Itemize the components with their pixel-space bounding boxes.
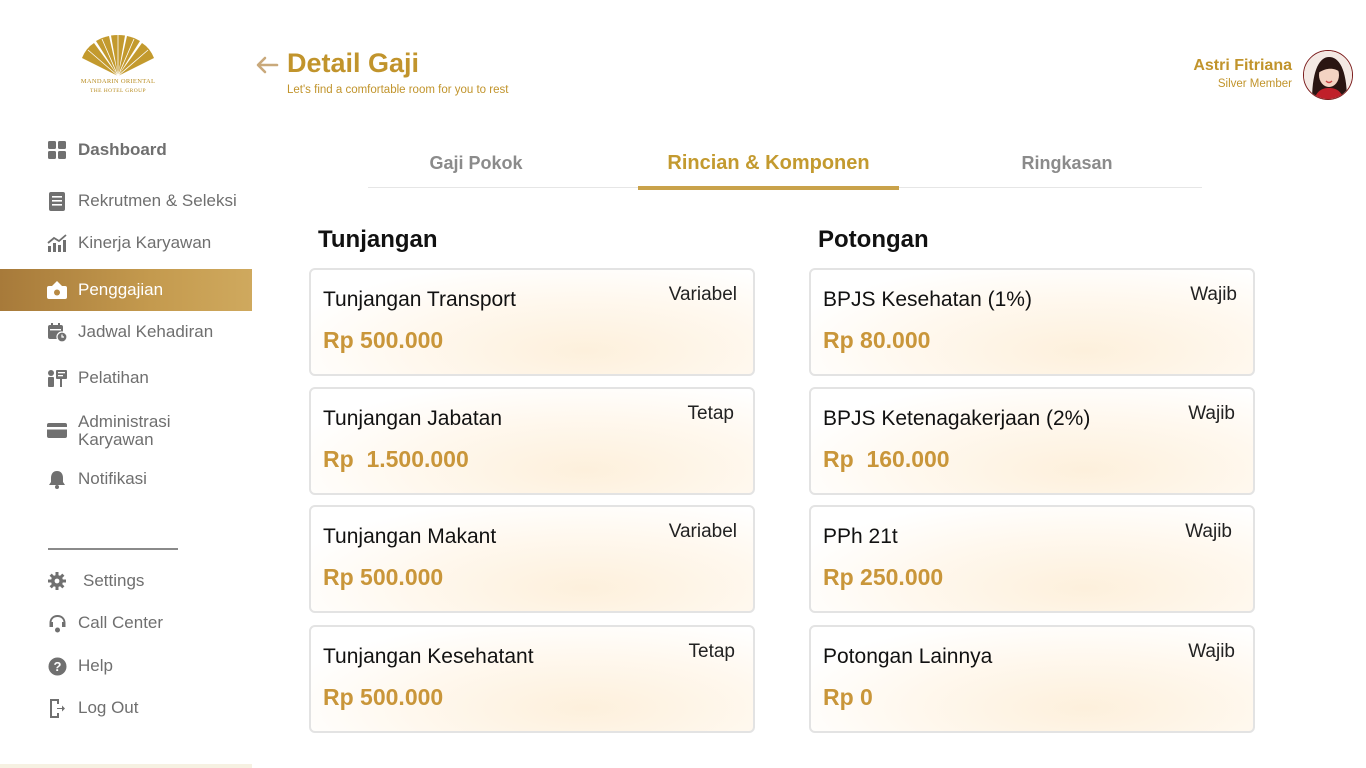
- sidebar-item-label: Pelatihan: [78, 368, 149, 387]
- component-amount: Rp 500.000: [323, 564, 444, 590]
- sidebar-item-logout[interactable]: Log Out: [0, 687, 252, 729]
- sidebar-item-administrasi[interactable]: Administrasi Karyawan: [0, 409, 252, 451]
- sidebar-item-notifikasi[interactable]: Notifikasi: [0, 458, 252, 500]
- user-photo-icon: [1304, 51, 1352, 99]
- sidebar-item-settings[interactable]: Settings: [0, 560, 252, 602]
- page-title: Detail Gaji: [287, 48, 420, 78]
- avatar[interactable]: [1303, 50, 1353, 100]
- sidebar-item-label: Jadwal Kehadiran: [78, 322, 214, 341]
- tab-rincian-komponen[interactable]: Rincian & Komponen: [638, 138, 899, 190]
- brand-tagline: THE HOTEL GROUP: [90, 88, 146, 94]
- component-type-badge: Variabel: [668, 284, 737, 305]
- sidebar-item-jadwal[interactable]: Jadwal Kehadiran: [0, 311, 252, 353]
- tab-bar: Gaji Pokok Rincian & Komponen Ringkasan: [368, 138, 1202, 190]
- sidebar-item-label: Help: [78, 656, 113, 675]
- sidebar-item-label: Dashboard: [78, 140, 167, 159]
- potongan-card-bpjs-kesehatan[interactable]: BPJS Kesehatan (1%) Wajib Rp 80.000: [809, 268, 1255, 376]
- component-name: BPJS Ketenagakerjaan (2%): [823, 407, 1091, 430]
- component-amount: Rp 500.000: [323, 327, 444, 353]
- section-title-potongan: Potongan: [818, 226, 929, 253]
- sidebar-item-dashboard[interactable]: Dashboard: [0, 129, 252, 171]
- component-amount: Rp 80.000: [823, 327, 931, 353]
- tunjangan-card-jabatan[interactable]: Tunjangan Jabatan Tetap Rp 1.500.000: [309, 387, 755, 495]
- training-icon: [47, 368, 67, 388]
- headset-icon: [47, 613, 67, 633]
- sidebar-divider: [48, 548, 178, 550]
- sidebar-item-rekrutmen[interactable]: Rekrutmen & Seleksi: [0, 180, 252, 222]
- tunjangan-card-transport[interactable]: Tunjangan Transport Variabel Rp 500.000: [309, 268, 755, 376]
- sidebar-item-call-center[interactable]: Call Center: [0, 602, 252, 644]
- component-type-badge: Tetap: [688, 641, 735, 662]
- component-type-badge: Variabel: [668, 521, 737, 542]
- sidebar-item-label: Kinerja Karyawan: [78, 233, 212, 252]
- tab-ringkasan[interactable]: Ringkasan: [968, 138, 1166, 188]
- brand-logo[interactable]: MANDARIN ORIENTAL THE HOTEL GROUP: [78, 34, 158, 100]
- sidebar-item-label: Notifikasi: [78, 469, 147, 488]
- page-subtitle: Let's find a comfortable room for you to…: [287, 84, 509, 96]
- calendar-clock-icon: [47, 322, 67, 342]
- tunjangan-card-kesehatan[interactable]: Tunjangan Kesehatant Tetap Rp 500.000: [309, 625, 755, 733]
- brand-name: MANDARIN ORIENTAL: [80, 78, 156, 85]
- sidebar-item-label: Settings: [83, 571, 145, 590]
- sidebar-item-label: Log Out: [78, 698, 139, 717]
- component-type-badge: Wajib: [1185, 521, 1232, 542]
- back-button[interactable]: [254, 52, 280, 78]
- sidebar-item-kinerja[interactable]: Kinerja Karyawan: [0, 222, 252, 264]
- logout-icon: [47, 698, 67, 718]
- arrow-left-icon: [256, 56, 279, 74]
- sidebar: MANDARIN ORIENTAL THE HOTEL GROUP Dashbo…: [0, 0, 252, 768]
- user-tier: Silver Member: [1217, 78, 1292, 90]
- sidebar-item-label: Rekrutmen & Seleksi: [78, 191, 237, 210]
- component-amount: Rp 1.500.000: [323, 446, 469, 472]
- potongan-card-bpjs-ketenagakerjaan[interactable]: BPJS Ketenagakerjaan (2%) Wajib Rp 160.0…: [809, 387, 1255, 495]
- sidebar-item-penggajian[interactable]: Penggajian: [0, 269, 252, 311]
- component-amount: Rp 500.000: [323, 684, 444, 710]
- sidebar-item-label: Call Center: [78, 613, 164, 632]
- potongan-card-pph21[interactable]: PPh 21t Wajib Rp 250.000: [809, 505, 1255, 613]
- component-name: Tunjangan Kesehatant: [323, 645, 534, 668]
- potongan-card-lainnya[interactable]: Potongan Lainnya Wajib Rp 0: [809, 625, 1255, 733]
- chart-up-icon: [47, 233, 67, 253]
- user-name: Astri Fitriana: [1193, 57, 1292, 74]
- document-list-icon: [47, 191, 67, 211]
- component-name: Tunjangan Jabatan: [323, 407, 503, 430]
- tunjangan-card-makan[interactable]: Tunjangan Makant Variabel Rp 500.000: [309, 505, 755, 613]
- tab-gaji-pokok[interactable]: Gaji Pokok: [368, 138, 584, 188]
- grid-icon: [47, 140, 67, 160]
- component-type-badge: Wajib: [1188, 403, 1235, 424]
- component-name: PPh 21t: [823, 525, 898, 548]
- component-name: Tunjangan Makant: [323, 525, 497, 548]
- component-type-badge: Wajib: [1188, 641, 1235, 662]
- component-name: Potongan Lainnya: [823, 645, 993, 668]
- help-circle-icon: ?: [47, 656, 67, 676]
- component-amount: Rp 250.000: [823, 564, 944, 590]
- component-name: BPJS Kesehatan (1%): [823, 288, 1032, 311]
- sidebar-footer-strip: [0, 764, 252, 768]
- sidebar-item-pelatihan[interactable]: Pelatihan: [0, 357, 252, 399]
- sidebar-item-label: Penggajian: [78, 280, 164, 299]
- card-icon: [47, 420, 67, 440]
- section-title-tunjangan: Tunjangan: [318, 226, 438, 253]
- sidebar-item-label: Administrasi Karyawan: [78, 412, 171, 449]
- gear-icon: [47, 571, 67, 591]
- fan-logo-icon: [82, 35, 154, 77]
- svg-text:?: ?: [53, 659, 61, 674]
- component-type-badge: Tetap: [687, 403, 734, 424]
- component-type-badge: Wajib: [1190, 284, 1237, 305]
- component-name: Tunjangan Transport: [323, 288, 517, 311]
- component-amount: Rp 160.000: [823, 446, 950, 472]
- component-amount: Rp 0: [823, 684, 873, 710]
- sidebar-item-help[interactable]: ? Help: [0, 645, 252, 687]
- bell-icon: [47, 469, 67, 489]
- payroll-icon: [47, 280, 67, 300]
